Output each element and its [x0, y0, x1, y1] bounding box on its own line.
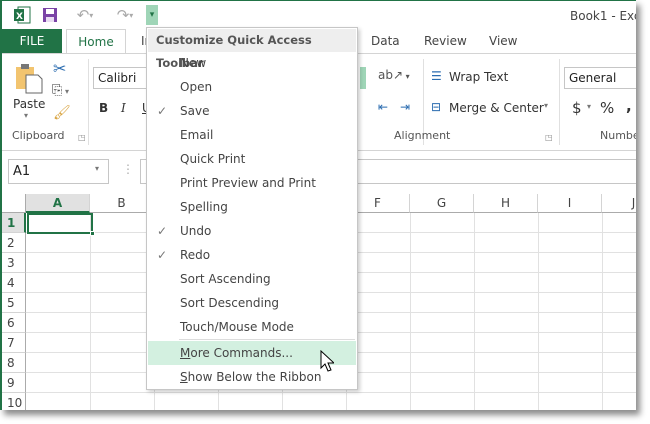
row-header-4[interactable]: 4	[2, 273, 26, 293]
format-painter-icon[interactable]: 🖌	[53, 105, 71, 121]
menu-title: Customize Quick Access Toolbar	[148, 29, 356, 70]
checkmark-icon: ✓	[157, 224, 168, 238]
paste-dropdown-icon[interactable]: ▾	[24, 111, 28, 120]
menu-item-label: Quick Print	[180, 152, 246, 166]
menu-item-label: Sort Ascending	[180, 272, 271, 286]
column-header-G[interactable]: G	[410, 194, 474, 213]
window-title: Book1 - Excel	[570, 9, 636, 23]
wrap-text-icon: ☰	[431, 69, 442, 83]
mouse-cursor-icon	[320, 349, 336, 375]
menu-item-label: Print Preview and Print	[180, 176, 316, 190]
save-icon[interactable]	[40, 5, 60, 25]
menu-item-spelling[interactable]: Spelling	[148, 195, 356, 219]
selected-cell-a1[interactable]	[27, 213, 93, 234]
menu-item-label: Touch/Mouse Mode	[180, 320, 294, 334]
gridline	[26, 392, 636, 393]
increase-indent-icon[interactable]: ⇥	[400, 100, 410, 114]
group-label-clipboard: Clipboard	[12, 129, 65, 142]
row-header-9[interactable]: 9	[2, 373, 26, 393]
tab-file[interactable]: FILE	[2, 29, 62, 53]
decrease-indent-icon[interactable]: ⇤	[378, 100, 388, 114]
menu-item-email[interactable]: Email	[148, 123, 356, 147]
row-header-5[interactable]: 5	[2, 293, 26, 313]
menu-item-sort-descending[interactable]: Sort Descending	[148, 291, 356, 315]
checkmark-icon: ✓	[157, 248, 168, 262]
menu-item-label: Undo	[180, 224, 212, 238]
orientation-icon[interactable]: ab↗ ▾	[378, 68, 410, 82]
group-label-number: Numbe	[600, 129, 636, 142]
menu-item-sort-ascending[interactable]: Sort Ascending	[148, 267, 356, 291]
customize-dropdown-icon[interactable]: ▾	[146, 5, 158, 25]
row-header-3[interactable]: 3	[2, 253, 26, 273]
column-header-A[interactable]: A	[26, 194, 90, 213]
currency-button[interactable]: $	[572, 99, 582, 117]
select-all-button[interactable]	[2, 194, 26, 213]
paste-button[interactable]: Paste	[13, 97, 45, 111]
row-header-6[interactable]: 6	[2, 313, 26, 333]
customize-qat-menu: Customize Quick Access Toolbar New Open ✓ S…	[146, 27, 358, 390]
redo-icon[interactable]: ↷ ▾	[110, 5, 140, 25]
menu-item-label: Save	[180, 104, 210, 118]
dialog-launcher-icon[interactable]: ◳	[545, 133, 553, 142]
currency-dropdown-icon[interactable]: ▾	[587, 102, 591, 111]
menu-item-print-preview-and-print[interactable]: Print Preview and Print	[148, 171, 356, 195]
column-header-B[interactable]: B	[90, 194, 154, 213]
tab-home[interactable]: Home	[66, 29, 126, 53]
undo-icon[interactable]: ↶ ▾	[70, 5, 100, 25]
name-box-dropdown-icon[interactable]: ▾	[95, 164, 99, 173]
name-box[interactable]: A1	[8, 159, 109, 184]
menu-item-open[interactable]: Open	[148, 75, 356, 99]
cut-icon[interactable]: ✂	[53, 59, 66, 78]
paste-icon[interactable]	[14, 63, 44, 98]
row-header-8[interactable]: 8	[2, 353, 26, 373]
menu-item-label: Redo	[180, 248, 211, 262]
merge-center-icon: ⊟	[431, 100, 442, 114]
font-name-box[interactable]: Calibri	[93, 67, 153, 89]
column-header-I[interactable]: I	[538, 194, 602, 213]
column-header-J[interactable]: J	[602, 194, 636, 213]
row-header-7[interactable]: 7	[2, 333, 26, 353]
number-format-box[interactable]: General	[564, 67, 636, 89]
svg-text:X: X	[16, 12, 23, 22]
menu-item-quick-print[interactable]: Quick Print	[148, 147, 356, 171]
copy-icon[interactable]: ⎘ ▾	[52, 83, 69, 98]
merge-center-button[interactable]: Merge & Center	[449, 101, 544, 115]
menu-item-redo[interactable]: ✓ Redo	[148, 243, 356, 267]
row-header-10[interactable]: 10	[2, 393, 26, 410]
menu-item-save[interactable]: ✓ Save	[148, 99, 356, 123]
group-label-alignment: Alignment	[394, 129, 451, 142]
row-header-1[interactable]: 1	[2, 213, 26, 233]
dialog-launcher-icon[interactable]: ◳	[78, 133, 86, 142]
formula-bar-grip-icon: ⋮	[122, 162, 134, 176]
menu-item-label: Sort Descending	[180, 296, 280, 310]
menu-separator	[179, 339, 355, 340]
menu-item-touch-mouse-mode[interactable]: Touch/Mouse Mode	[148, 315, 356, 339]
menu-item-label: New	[180, 56, 207, 70]
merge-dropdown-icon[interactable]: ▾	[544, 101, 548, 110]
menu-item-label: Open	[180, 80, 213, 94]
tab-data[interactable]: Data	[371, 29, 400, 53]
checkmark-icon: ✓	[157, 104, 168, 118]
menu-item-label: Email	[180, 128, 214, 142]
row-header-2[interactable]: 2	[2, 233, 26, 253]
align-highlight	[360, 67, 366, 89]
excel-logo-icon: X	[12, 5, 32, 25]
fill-handle[interactable]	[90, 231, 95, 236]
percent-button[interactable]: %	[600, 99, 614, 117]
column-header-H[interactable]: H	[474, 194, 538, 213]
comma-button[interactable]: ,	[626, 97, 632, 115]
menu-item-undo[interactable]: ✓ Undo	[148, 219, 356, 243]
menu-item-label: Spelling	[180, 200, 228, 214]
bold-button[interactable]: B	[99, 101, 108, 115]
menu-item-new[interactable]: New	[148, 51, 356, 75]
wrap-text-button[interactable]: Wrap Text	[449, 70, 508, 84]
italic-button[interactable]: I	[121, 101, 126, 115]
tab-review[interactable]: Review	[424, 29, 467, 53]
tab-view[interactable]: View	[489, 29, 517, 53]
